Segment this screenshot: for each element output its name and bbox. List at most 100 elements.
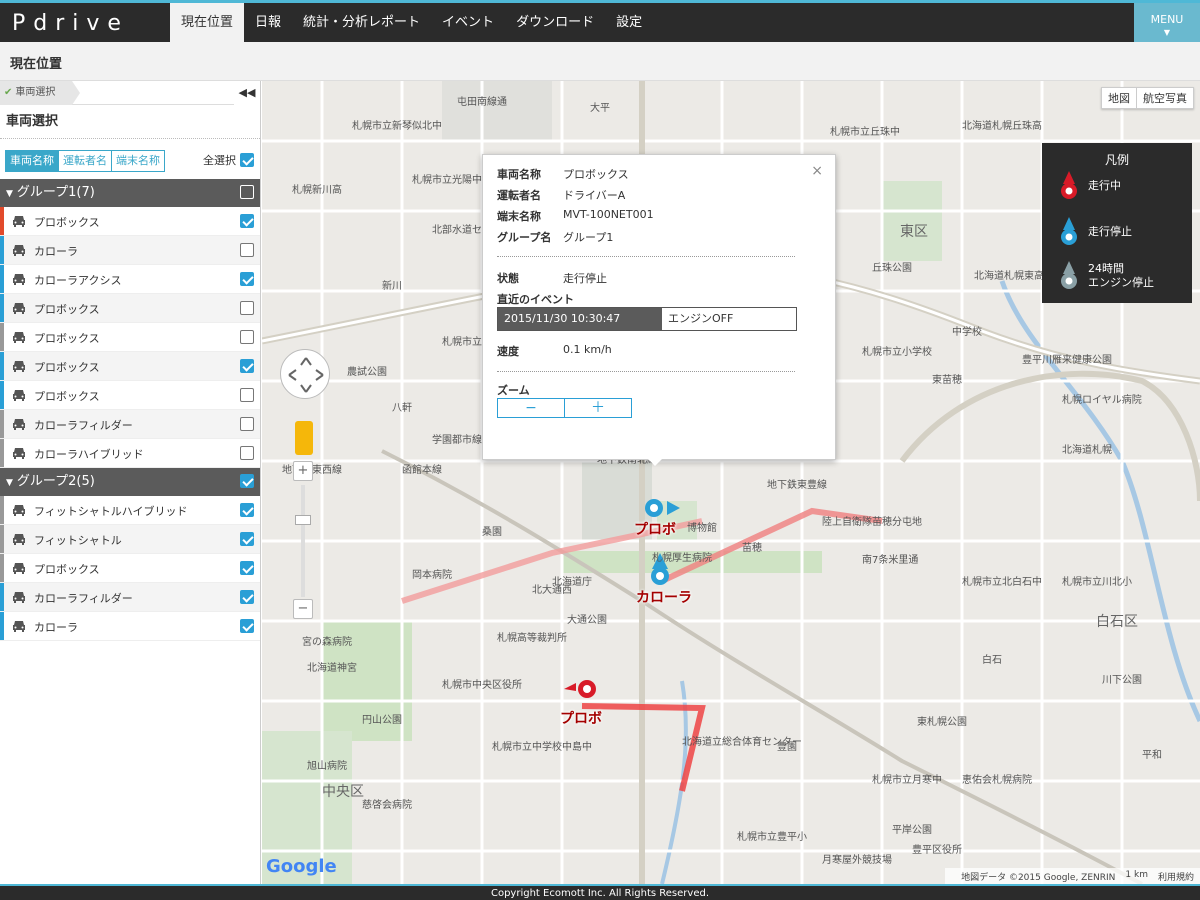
popup-vehicle-value: プロボックス [563,168,629,181]
tab-driver-name[interactable]: 運転者名 [58,150,112,172]
map-place-label: 地下鉄東豊線 [767,480,827,491]
main-nav: 現在位置 日報 統計・分析レポート イベント ダウンロード 設定 [170,3,653,42]
filter-row: 車両名称 運転者名 端末名称 全選択 [0,139,260,179]
tab-device-name[interactable]: 端末名称 [111,150,165,172]
vehicle-checkbox[interactable] [240,214,254,228]
close-icon[interactable]: × [811,163,823,179]
vehicle-checkbox[interactable] [240,561,254,575]
attribution-scale[interactable]: 1 km [1125,870,1148,882]
map-place-label: 北海道札幌東高 [974,271,1044,282]
vehicle-label-probox-2[interactable]: プロボ [560,708,602,728]
group-header[interactable]: ▼ グループ1(7) [0,179,260,207]
vehicle-status-bar [0,323,4,351]
vehicle-label-probox-1[interactable]: プロボ [634,519,676,539]
breadcrumb-vehicle-select[interactable]: ✔ 車両選択 [0,81,80,105]
vehicle-row[interactable]: フィットシャトルハイブリッド [0,496,260,525]
map-place-label: 北海道神宮 [307,663,357,674]
popup-status-value: 走行停止 [563,272,607,285]
vehicle-row[interactable]: カローラフィルダー [0,410,260,439]
map-type-satellite-button[interactable]: 航空写真 [1136,88,1193,108]
vehicle-row[interactable]: プロボックス [0,294,260,323]
zoom-track[interactable] [301,485,305,597]
vehicle-status-bar [0,294,4,322]
select-all[interactable]: 全選択 [203,152,254,168]
vehicle-checkbox[interactable] [240,359,254,373]
map-road-ring [899,370,1200,502]
vehicle-row[interactable]: プロボックス [0,207,260,236]
street-view-pegman-icon[interactable] [295,421,313,455]
group-checkbox[interactable] [240,474,254,488]
map-place-label: 中島中 [562,742,592,753]
car-icon [13,592,25,603]
vehicle-row[interactable]: カローラフィルダー [0,583,260,612]
select-all-label: 全選択 [203,154,236,167]
nav-download[interactable]: ダウンロード [505,3,605,42]
vehicle-row[interactable]: プロボックス [0,554,260,583]
vehicle-checkbox[interactable] [240,619,254,633]
marker-probox-moving[interactable] [564,680,596,698]
menu-button[interactable]: MENU ▼ [1134,3,1200,42]
map-type-roadmap-button[interactable]: 地図 [1102,88,1136,108]
vehicle-checkbox[interactable] [240,417,254,431]
popup-zoom-label: ズーム [497,384,530,397]
vehicle-checkbox[interactable] [240,503,254,517]
map-place-label: 丘珠公園 [872,263,912,274]
vehicle-row[interactable]: カローラアクシス [0,265,260,294]
vehicle-status-bar [0,554,4,582]
nav-settings[interactable]: 設定 [605,3,653,42]
check-icon: ✔ [4,87,13,98]
map-place-label: 札幌市立川北小 [1062,577,1132,588]
map-place-label: 恵佑会札幌病院 [962,775,1032,786]
select-all-checkbox[interactable] [240,153,254,167]
app-logo[interactable]: Pdrive [12,11,129,36]
vehicle-row[interactable]: プロボックス [0,381,260,410]
vehicle-checkbox[interactable] [240,590,254,604]
pan-control[interactable] [280,349,330,399]
vehicle-checkbox[interactable] [240,243,254,257]
group-checkbox[interactable] [240,185,254,199]
map-place-label: 札幌市立豊平小 [737,832,807,843]
triangle-down-icon: ▼ [6,478,13,488]
vehicle-checkbox[interactable] [240,272,254,286]
map-place-label: 東札幌公園 [917,717,967,728]
nav-statistics[interactable]: 統計・分析レポート [292,3,431,42]
tab-vehicle-name[interactable]: 車両名称 [5,150,59,172]
group-header[interactable]: ▼ グループ2(5) [0,468,260,496]
popup-group-label: グループ名 [497,231,552,244]
popup-status-label: 状態 [497,272,519,285]
zoom-knob[interactable] [295,515,311,525]
vehicle-row[interactable]: カローラ [0,612,260,641]
vehicle-row[interactable]: プロボックス [0,352,260,381]
attribution-terms-link[interactable]: 利用規約 [1158,870,1194,883]
nav-events[interactable]: イベント [431,3,505,42]
map-place-label: 円山公園 [362,715,402,726]
map-place-label: 中学校 [952,327,982,338]
vehicle-name: プロボックス [34,303,100,316]
zoom-out-button[interactable]: − [293,599,313,619]
zoom-in-button[interactable]: + [293,461,313,481]
map-legend: 凡例 走行中 走行停止 24時間 エンジン停止 [1042,143,1192,303]
vehicle-checkbox[interactable] [240,446,254,460]
popup-zoom-in-button[interactable]: ＋ [564,399,631,417]
vehicle-status-bar [0,381,4,409]
vehicle-row[interactable]: プロボックス [0,323,260,352]
collapse-sidebar-button[interactable]: ◀◀ [234,81,260,105]
vehicle-label-corolla[interactable]: カローラ [636,587,692,607]
nav-current-location[interactable]: 現在位置 [170,3,245,42]
popup-zoom-out-button[interactable]: − [498,399,564,417]
zoom-slider: + − [293,461,317,621]
map-view[interactable]: 札幌市立新琴似北中 屯田南線通 大平 札幌市立丘珠中 北海道札幌丘珠高 札幌新川高 札幌市立… [262,81,1200,884]
map-place-label: 平和 [1142,750,1162,761]
vehicle-row[interactable]: カローラ [0,236,260,265]
vehicle-row[interactable]: カローラハイブリッド [0,439,260,468]
vehicle-row[interactable]: フィットシャトル [0,525,260,554]
vehicle-status-bar [0,207,4,235]
legend-item-moving: 走行中 [1060,171,1121,201]
vehicle-checkbox[interactable] [240,330,254,344]
popup-speed-label: 速度 [497,345,519,358]
nav-daily-report[interactable]: 日報 [244,3,292,42]
map-place-label: 豊園 [777,742,797,753]
vehicle-checkbox[interactable] [240,388,254,402]
vehicle-checkbox[interactable] [240,532,254,546]
vehicle-checkbox[interactable] [240,301,254,315]
